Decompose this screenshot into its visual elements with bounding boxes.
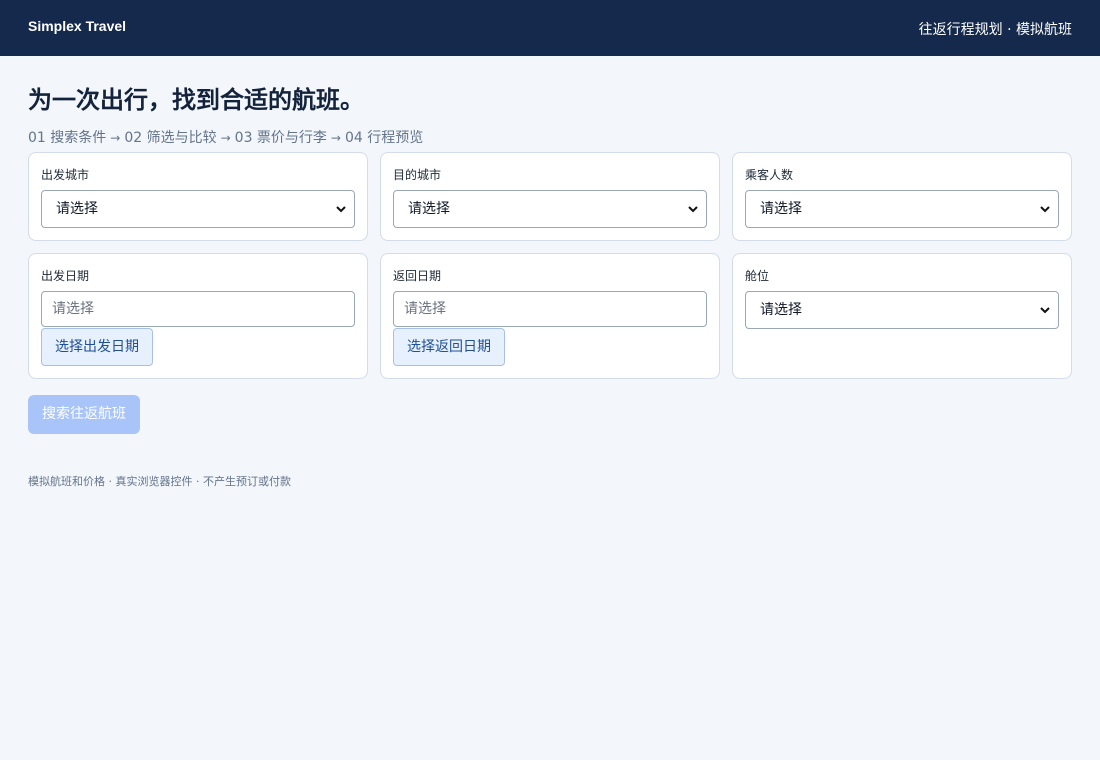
search-flights-button[interactable]: 搜索往返航班 <box>28 395 140 434</box>
footer-disclaimer: 模拟航班和价格 · 真实浏览器控件 · 不产生预订或付款 <box>28 475 291 488</box>
depart-date-input[interactable] <box>41 291 355 327</box>
chevron-down-icon <box>336 206 346 213</box>
step-1: 01 搜索条件 <box>28 130 107 146</box>
brand-logo-text[interactable]: Simplex Travel <box>28 18 126 34</box>
chevron-down-icon <box>688 206 698 213</box>
passengers-select-value: 请选择 <box>760 201 802 217</box>
pick-depart-date-button[interactable]: 选择出发日期 <box>41 328 153 366</box>
passengers-label: 乘客人数 <box>745 168 794 182</box>
origin-select[interactable]: 请选择 <box>41 190 355 228</box>
destination-label: 目的城市 <box>393 168 442 182</box>
step-4: 04 行程预览 <box>344 130 424 146</box>
top-bar: Simplex Travel 往返行程规划 · 模拟航班 <box>0 0 1100 56</box>
search-form: 出发城市 请选择 目的城市 请选择 乘客人数 请选择 出发日期 选择出发日期 <box>28 152 1072 379</box>
step-arrow-icon: → <box>110 131 121 145</box>
page-title: 为一次出行，找到合适的航班。 <box>28 86 364 114</box>
cabin-select-value: 请选择 <box>760 302 802 318</box>
chevron-down-icon <box>1040 206 1050 213</box>
depart-date-card: 出发日期 选择出发日期 <box>28 253 368 379</box>
cabin-label: 舱位 <box>745 269 770 283</box>
origin-select-value: 请选择 <box>56 201 98 217</box>
origin-card: 出发城市 请选择 <box>28 152 368 241</box>
step-breadcrumb: 01 搜索条件 → 02 筛选与比较 → 03 票价与行李 → 04 行程预览 <box>28 128 1072 148</box>
return-date-input[interactable] <box>393 291 707 327</box>
destination-card: 目的城市 请选择 <box>380 152 720 241</box>
cabin-card: 舱位 请选择 <box>732 253 1072 379</box>
step-arrow-icon: → <box>330 131 341 145</box>
return-date-label: 返回日期 <box>393 269 442 283</box>
passengers-card: 乘客人数 请选择 <box>732 152 1072 241</box>
passengers-select[interactable]: 请选择 <box>745 190 1059 228</box>
return-date-card: 返回日期 选择返回日期 <box>380 253 720 379</box>
origin-label: 出发城市 <box>41 168 90 182</box>
pick-return-date-button[interactable]: 选择返回日期 <box>393 328 505 366</box>
step-2: 02 筛选与比较 <box>124 130 217 146</box>
destination-select[interactable]: 请选择 <box>393 190 707 228</box>
header-subtitle: 往返行程规划 · 模拟航班 <box>918 22 1072 38</box>
depart-date-label: 出发日期 <box>41 269 90 283</box>
main-content: 为一次出行，找到合适的航班。 01 搜索条件 → 02 筛选与比较 → 03 票价与行李… <box>0 84 1100 489</box>
chevron-down-icon <box>1040 307 1050 314</box>
step-arrow-icon: → <box>220 131 231 145</box>
step-3: 03 票价与行李 <box>234 130 327 146</box>
destination-select-value: 请选择 <box>408 201 450 217</box>
cabin-select[interactable]: 请选择 <box>745 291 1059 329</box>
